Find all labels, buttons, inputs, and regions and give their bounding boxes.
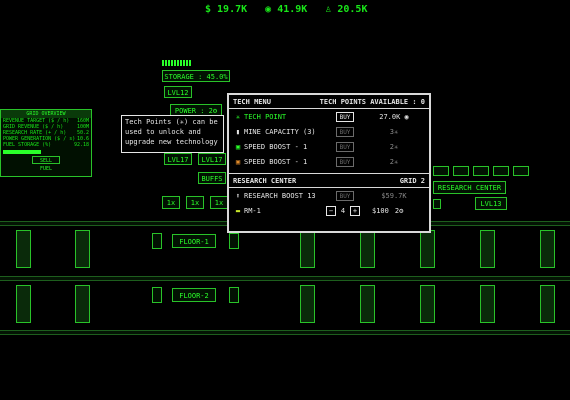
- machine[interactable]: [420, 285, 435, 323]
- research-boost-row: ⬆ RESEARCH BOOST 13 BUY $59.7K: [229, 188, 429, 203]
- power-stat: ♙ 20.5K: [325, 4, 368, 15]
- tech-item-cost: 2✳: [389, 157, 399, 166]
- level-button-1[interactable]: LVL12: [164, 86, 192, 98]
- stat-row: FUEL STORAGE (%) 92.18: [3, 142, 89, 148]
- tech-item-label: TECH POINT: [244, 112, 287, 121]
- research-level-button[interactable]: LVL13: [475, 197, 507, 210]
- machine[interactable]: [480, 285, 495, 323]
- machine[interactable]: [360, 285, 375, 323]
- machine[interactable]: [75, 230, 90, 268]
- sell-fuel-button[interactable]: SELL FUEL: [32, 156, 60, 172]
- grid-overview-panel: GRID OVERVIEW REVENUE TARGET ($ / h) 160M…: [0, 109, 92, 177]
- icon-button[interactable]: [433, 166, 449, 176]
- rm-icon: ▬: [235, 206, 241, 215]
- machine[interactable]: [300, 285, 315, 323]
- increment-button[interactable]: +: [350, 205, 360, 216]
- rm-price: $100: [372, 206, 389, 215]
- arrow-up-icon: ⬆: [235, 191, 241, 200]
- tech-menu-header: TECH MENU TECH POINTS AVAILABLE : 0: [229, 95, 429, 109]
- tech-item-row: ✳ TECH POINT BUY 27.0K ◉: [229, 109, 429, 124]
- buy-button[interactable]: BUY: [336, 126, 354, 137]
- icon-button[interactable]: [473, 166, 489, 176]
- icon-button[interactable]: [453, 166, 469, 176]
- storage-label: STORAGE : 45.0%: [162, 70, 230, 82]
- buy-button[interactable]: BUY: [336, 111, 354, 122]
- machine[interactable]: [75, 285, 90, 323]
- eye-stat: ◉ 41.9K: [265, 4, 308, 15]
- tech-item-cost: 3✳: [389, 127, 399, 136]
- floor-control-right[interactable]: [229, 287, 239, 303]
- right-icon-row: [433, 166, 563, 176]
- buy-button[interactable]: BUY: [336, 190, 354, 201]
- machine[interactable]: [360, 230, 375, 268]
- research-header: RESEARCH CENTER GRID 2: [229, 173, 429, 188]
- level-button-3[interactable]: LVL17: [198, 153, 226, 165]
- research-boost-cost: $59.7K: [381, 191, 407, 200]
- tech-menu-panel: TECH MENU TECH POINTS AVAILABLE : 0 ✳ TE…: [227, 93, 431, 233]
- gear-icon: ⚙: [212, 107, 218, 115]
- floor-control-right[interactable]: [229, 233, 239, 249]
- floor-divider: [0, 330, 570, 335]
- tech-item-row: ▣ SPEED BOOST - 1 BUY 2✳: [229, 139, 429, 154]
- money-stat: $ 19.7K: [205, 4, 248, 15]
- tech-item-label: SPEED BOOST - 1: [244, 157, 308, 166]
- tech-item-cost: 27.0K ◉: [379, 112, 409, 121]
- top-stats-bar: $ 19.7K ◉ 41.9K ♙ 20.5K: [205, 4, 375, 16]
- floor-1-label[interactable]: FLOOR-1: [172, 234, 216, 248]
- rm-count: 4: [340, 206, 346, 215]
- storage-bar: [162, 60, 192, 66]
- machine[interactable]: [540, 230, 555, 268]
- research-title: RESEARCH CENTER: [233, 176, 297, 185]
- gear-icon: ⚙: [399, 206, 404, 215]
- floor-control-left[interactable]: [152, 233, 162, 249]
- tech-points-tooltip: Tech Points (✳) can be used to unlock an…: [121, 115, 224, 153]
- machine[interactable]: [16, 285, 31, 323]
- multiplier-button-1[interactable]: 1x: [162, 196, 180, 209]
- machine[interactable]: [300, 230, 315, 268]
- floor-2-label[interactable]: FLOOR-2: [172, 288, 216, 302]
- multiplier-button-3[interactable]: 1x: [210, 196, 228, 209]
- tech-points-available: TECH POINTS AVAILABLE : 0: [319, 97, 425, 106]
- rm-power: 2⚙: [394, 206, 404, 215]
- multiplier-button-2[interactable]: 1x: [186, 196, 204, 209]
- eye-icon: ◉: [400, 112, 409, 121]
- buy-button[interactable]: BUY: [336, 156, 354, 167]
- floor-control-left[interactable]: [152, 287, 162, 303]
- tech-item-label: SPEED BOOST - 1: [244, 142, 308, 151]
- level-button-2[interactable]: LVL17: [164, 153, 192, 165]
- tech-item-row: ▮ MINE CAPACITY (3) BUY 3✳: [229, 124, 429, 139]
- tech-item-label: MINE CAPACITY (3): [244, 127, 316, 136]
- machine[interactable]: [420, 230, 435, 268]
- machine[interactable]: [16, 230, 31, 268]
- tech-menu-title: TECH MENU: [233, 97, 271, 106]
- research-boost-label: RESEARCH BOOST 13: [244, 191, 316, 200]
- machine[interactable]: [480, 230, 495, 268]
- eye-icon: ◉: [265, 4, 278, 15]
- speed-boost-icon: ▣: [235, 157, 241, 166]
- speed-boost-icon: ▣: [235, 142, 241, 151]
- star-icon: ✳: [235, 112, 241, 121]
- grid-overview-title: GRID OVERVIEW: [1, 110, 91, 118]
- tech-item-row: ▣ SPEED BOOST - 1 BUY 2✳: [229, 154, 429, 169]
- rm-row: ▬ RM-1 − 4 + $100 2⚙: [229, 203, 429, 218]
- buy-button[interactable]: BUY: [336, 141, 354, 152]
- decrement-button[interactable]: −: [326, 205, 336, 216]
- research-center-button[interactable]: RESEARCH CENTER: [433, 181, 506, 194]
- mine-icon: ▮: [235, 127, 241, 136]
- machine[interactable]: [540, 285, 555, 323]
- grid-label: GRID 2: [399, 176, 425, 185]
- power-icon: ♙: [325, 4, 338, 15]
- icon-button[interactable]: [493, 166, 509, 176]
- icon-button[interactable]: [513, 166, 529, 176]
- rm-label: RM-1: [244, 206, 261, 215]
- buffs-button[interactable]: BUFFS: [198, 172, 226, 184]
- fuel-bar: [3, 150, 41, 154]
- floor-divider: [0, 276, 570, 281]
- small-toggle[interactable]: [433, 199, 441, 209]
- tech-item-cost: 2✳: [389, 142, 399, 151]
